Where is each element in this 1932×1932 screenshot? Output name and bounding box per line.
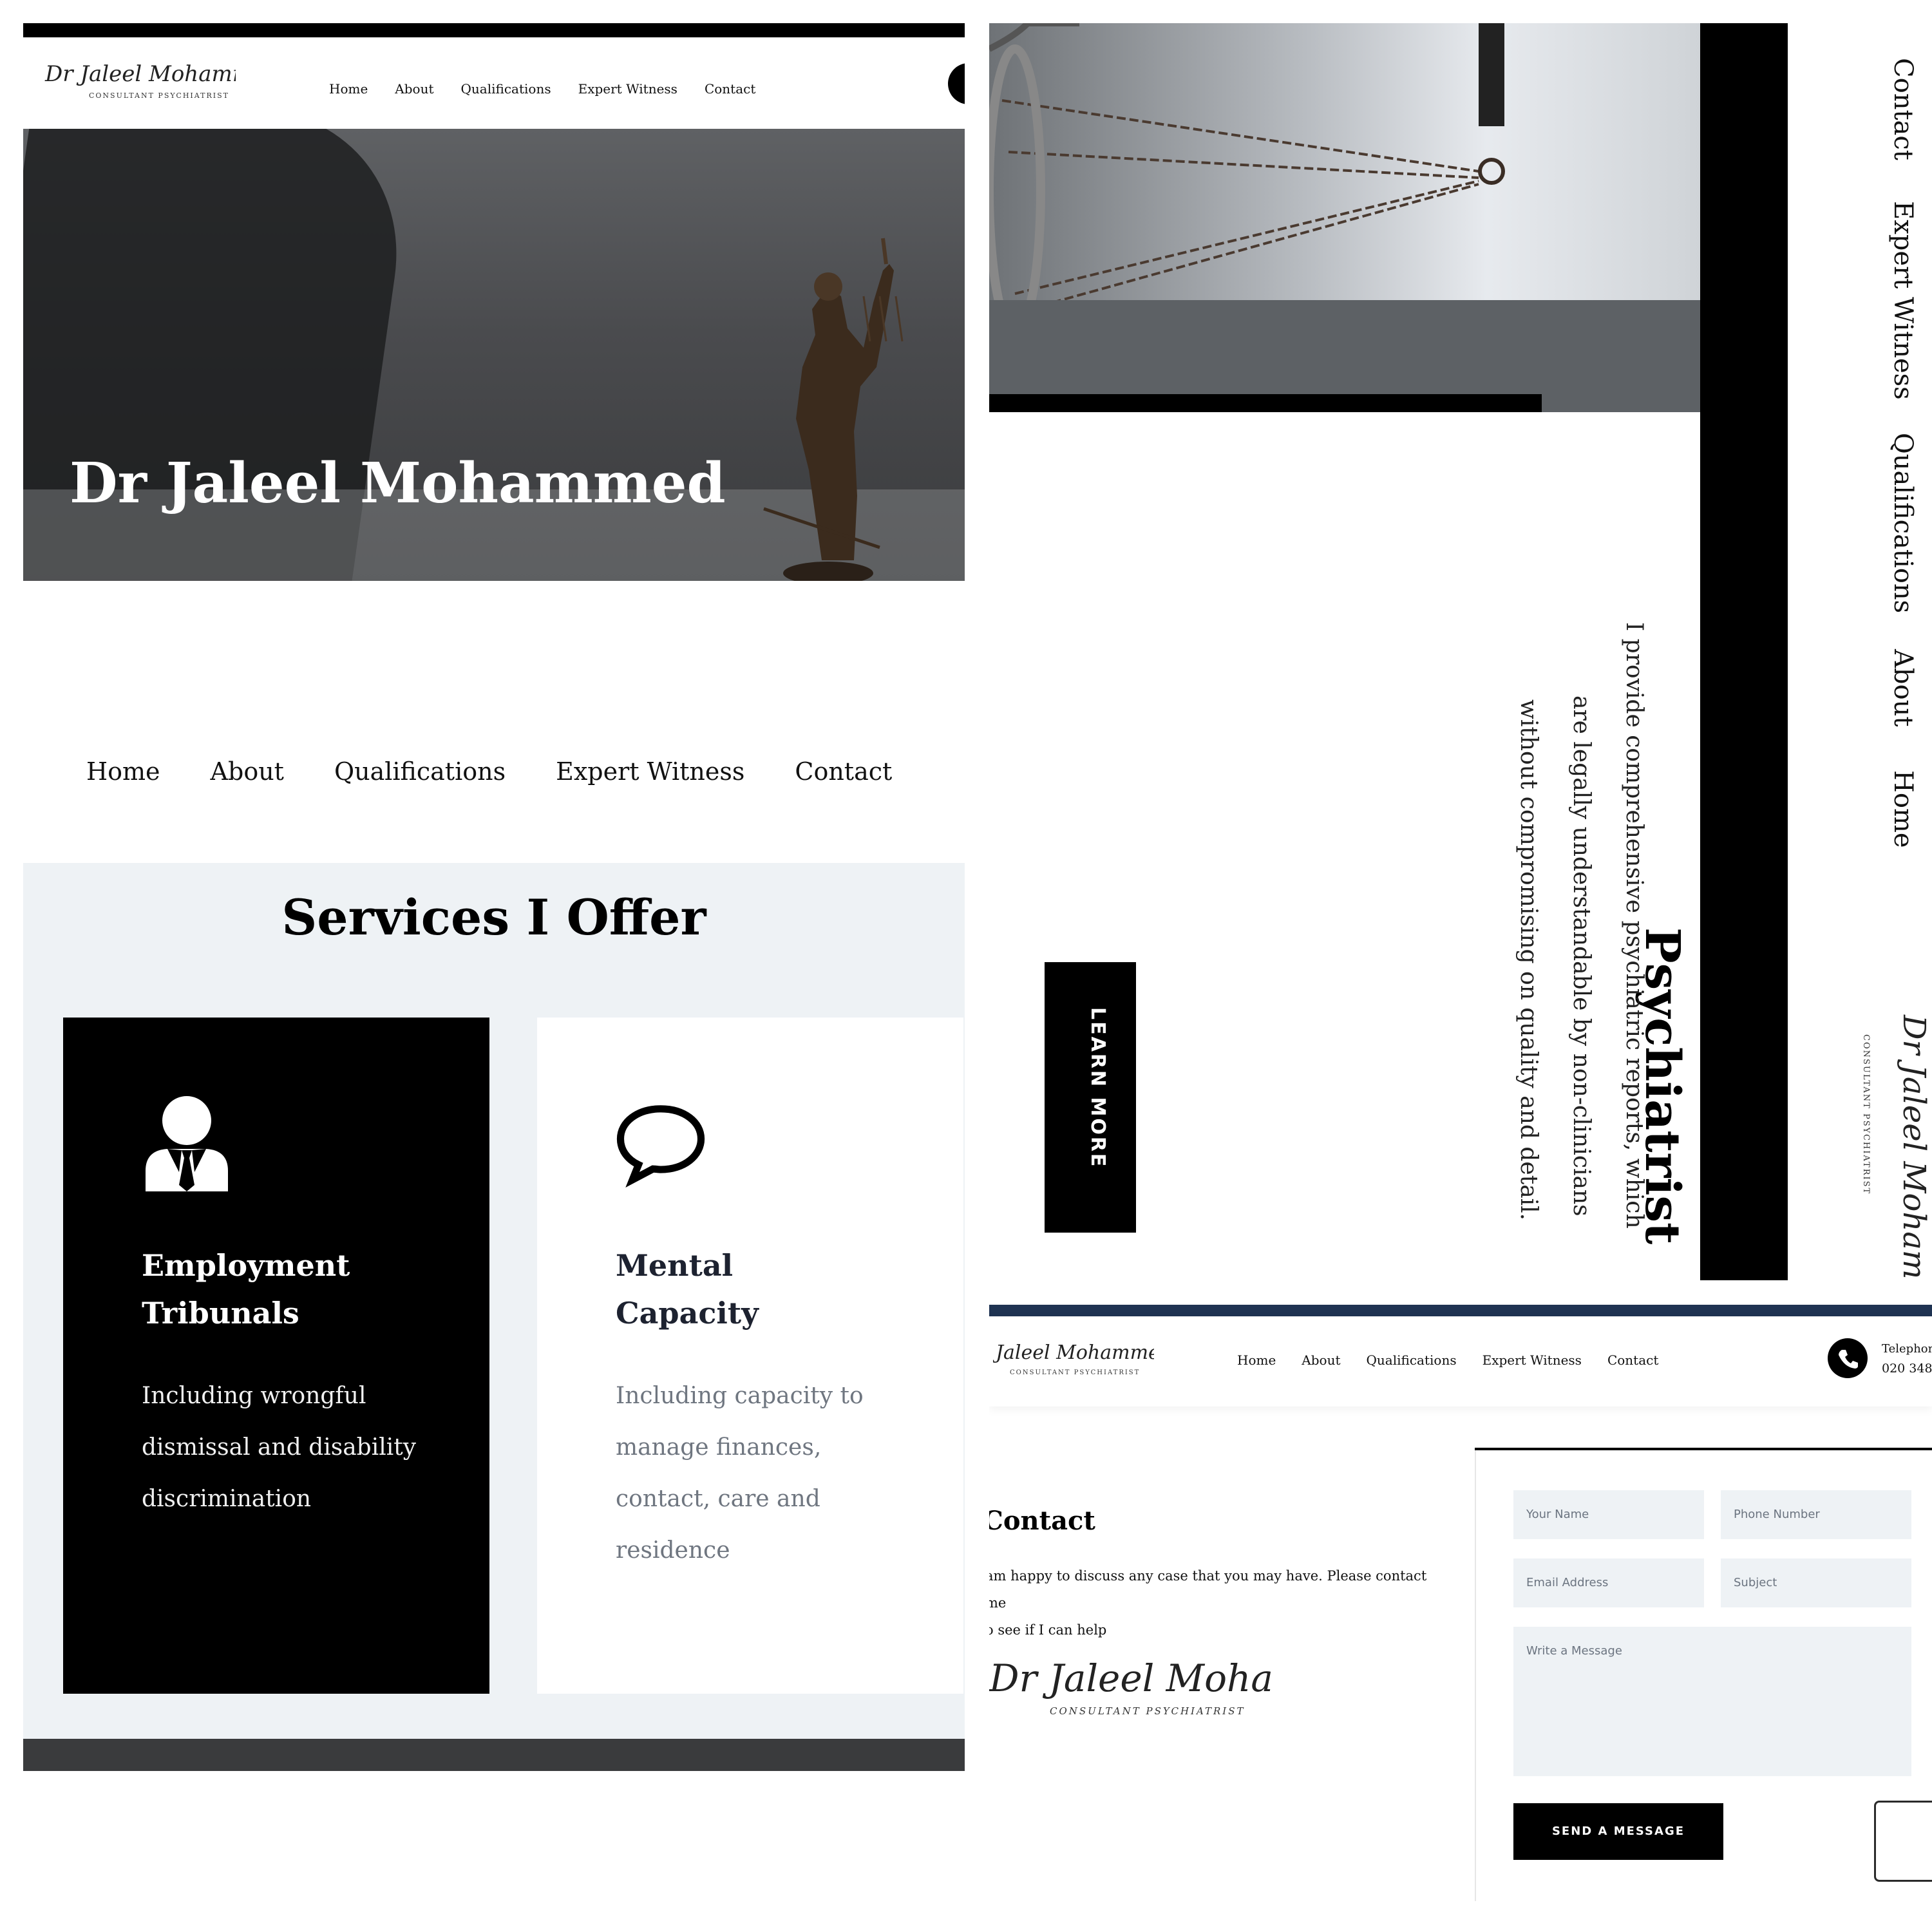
service-card-description: Including wrongful dismissal and disabil… <box>142 1383 417 1512</box>
svg-text:CONSULTANT PSYCHIATRIST: CONSULTANT PSYCHIATRIST <box>1050 1705 1245 1717</box>
secondary-nav: Home About Qualifications Expert Witness… <box>86 757 892 786</box>
phone-field[interactable]: Phone Number <box>1721 1490 1911 1539</box>
service-card-description: Including capacity to manage finances, c… <box>616 1383 864 1564</box>
service-card-employment-tribunals[interactable]: Employment Tribunals Including wrongful … <box>63 1018 489 1694</box>
services-section: Services I Offer Employment Tribunals In… <box>23 863 965 1739</box>
nav-home[interactable]: Home <box>329 81 368 97</box>
scales-of-justice-photo <box>989 23 1700 412</box>
site-logo[interactable]: Dr Jaleel Mohammed CONSULTANT PSYCHIATRI… <box>43 57 236 102</box>
nav-qualifications[interactable]: Qualifications <box>461 81 551 97</box>
contact-page-panel: Jaleel Mohammed CONSULTANT PSYCHIATRIST … <box>989 1305 1932 1910</box>
svg-text:Dr Jaleel Mohammed: Dr Jaleel Mohammed <box>989 1656 1273 1700</box>
mobile-preview-thumbnail <box>1874 1801 1932 1882</box>
nav-about[interactable]: About <box>211 757 284 786</box>
subject-field[interactable]: Subject <box>1721 1558 1911 1607</box>
top-black-bar <box>23 23 965 37</box>
email-field[interactable]: Email Address <box>1513 1558 1704 1607</box>
intro-paragraph-line: without compromising on quality and deta… <box>1515 699 1542 1221</box>
nav-about[interactable]: About <box>395 81 433 97</box>
form-top-border <box>1475 1448 1932 1450</box>
services-panel: Home About Qualifications Expert Witness… <box>23 708 965 1771</box>
hero-title: Dr Jaleel Mohammed <box>70 451 726 516</box>
nav-qualifications[interactable]: Qualifications <box>1888 433 1918 613</box>
nav-contact[interactable]: Contact <box>1607 1352 1658 1368</box>
expert-witness-heading: Expert Witness <box>1707 853 1762 1256</box>
site-logo-rotated[interactable]: Dr Jaleel Mohammed CONSULTANT PSYCHIATRI… <box>1826 1009 1929 1279</box>
main-nav: Home About Qualifications Expert Witness… <box>1237 1352 1658 1368</box>
homepage-header-panel: Dr Jaleel Mohammed CONSULTANT PSYCHIATRI… <box>23 23 965 581</box>
nav-expert-witness[interactable]: Expert Witness <box>578 81 677 97</box>
top-navy-bar <box>989 1305 1932 1316</box>
main-nav: Home About Qualifications Expert Witness… <box>329 81 755 97</box>
learn-more-button[interactable]: LEARN MORE <box>1045 962 1136 1233</box>
svg-text:CONSULTANT PSYCHIATRIST: CONSULTANT PSYCHIATRIST <box>1010 1369 1140 1376</box>
svg-text:Dr Jaleel Mohammed: Dr Jaleel Mohammed <box>44 61 236 87</box>
hero-banner: Dr Jaleel Mohammed <box>23 129 965 581</box>
telephone-label: Telephone <box>1882 1342 1932 1356</box>
contact-intro-text: am happy to discuss any case that you ma… <box>989 1568 1427 1638</box>
nav-home[interactable]: Home <box>1237 1352 1276 1368</box>
nav-contact[interactable]: Contact <box>1888 58 1918 160</box>
nav-home[interactable]: Home <box>1888 770 1918 848</box>
nav-contact[interactable]: Contact <box>795 757 892 786</box>
signature-logo: Dr Jaleel Mohammed CONSULTANT PSYCHIATRI… <box>989 1656 1273 1717</box>
nav-expert-witness[interactable]: Expert Witness <box>1482 1352 1582 1368</box>
nav-home[interactable]: Home <box>86 757 160 786</box>
lady-justice-statue-icon <box>763 238 904 581</box>
name-field[interactable]: Your Name <box>1513 1490 1704 1539</box>
nav-about[interactable]: About <box>1888 649 1918 726</box>
services-title: Services I Offer <box>281 889 706 946</box>
nav-qualifications[interactable]: Qualifications <box>334 757 506 786</box>
service-card-title: Employment Tribunals <box>142 1248 350 1331</box>
send-message-button[interactable]: SEND A MESSAGE <box>1513 1803 1723 1860</box>
service-card-mental-capacity[interactable]: Mental Capacity Including capacity to ma… <box>537 1018 963 1694</box>
svg-text:CONSULTANT PSYCHIATRIST: CONSULTANT PSYCHIATRIST <box>1861 1034 1871 1195</box>
svg-text:Jaleel Mohammed: Jaleel Mohammed <box>993 1341 1154 1364</box>
telephone-number[interactable]: 020 3488 <box>1882 1361 1932 1376</box>
phone-handset-icon <box>1839 1350 1858 1368</box>
speech-bubble-icon <box>616 1105 705 1188</box>
message-textarea[interactable]: Write a Message <box>1513 1627 1911 1776</box>
form-left-border <box>1475 1450 1476 1901</box>
person-with-tie-icon <box>146 1096 228 1191</box>
svg-text:Dr Jaleel Mohammed: Dr Jaleel Mohammed <box>1896 1014 1929 1279</box>
phone-icon[interactable] <box>1828 1338 1868 1378</box>
intro-paragraph-line: I provide comprehensive psychiatric repo… <box>1621 622 1647 1229</box>
nav-about[interactable]: About <box>1302 1352 1340 1368</box>
service-card-title: Mental Capacity <box>616 1248 759 1331</box>
nav-expert-witness[interactable]: Expert Witness <box>1888 201 1918 400</box>
nav-expert-witness[interactable]: Expert Witness <box>556 757 744 786</box>
expert-witness-rotated-panel: Contact Expert Witness Qualifications Ab… <box>989 23 1932 1296</box>
next-section-photo-strip <box>23 1739 965 1771</box>
nav-qualifications[interactable]: Qualifications <box>1367 1352 1457 1368</box>
decorative-black-bar <box>989 394 1542 412</box>
nav-contact[interactable]: Contact <box>705 81 755 97</box>
intro-paragraph-line: are legally understandable by non-clinic… <box>1568 696 1595 1217</box>
contact-heading: Contact <box>989 1506 1095 1536</box>
svg-text:CONSULTANT PSYCHIATRIST: CONSULTANT PSYCHIATRIST <box>89 91 229 100</box>
site-logo[interactable]: Jaleel Mohammed CONSULTANT PSYCHIATRIST <box>993 1334 1154 1379</box>
